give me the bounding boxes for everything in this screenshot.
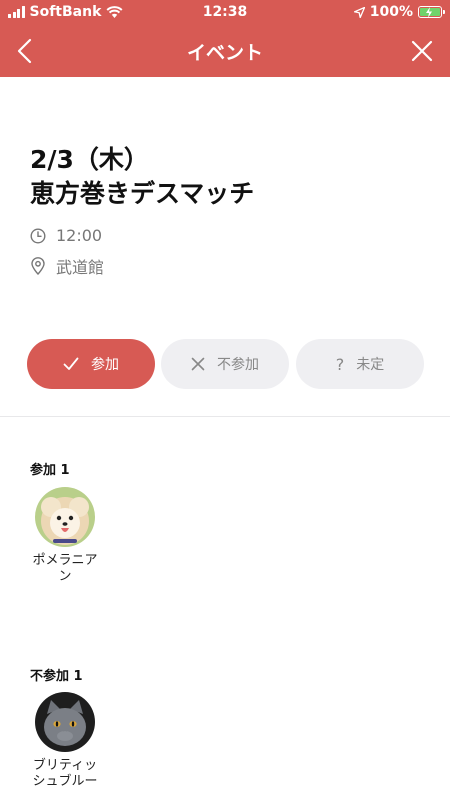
event-place: 武道館 — [56, 258, 105, 277]
nav-bar: イベント — [0, 26, 450, 77]
page-title: イベント — [186, 42, 263, 64]
undecided-button[interactable]: ? 未定 — [296, 339, 424, 389]
member-name: ブリティッシュブルー — [32, 758, 98, 789]
close-icon[interactable] — [410, 39, 434, 63]
app-header: SoftBank 12:38 100% イベント — [0, 0, 450, 77]
location-arrow-icon — [353, 6, 365, 18]
battery-icon — [418, 6, 445, 18]
event-place-row: 武道館 — [30, 254, 104, 278]
avatar — [35, 487, 95, 547]
section-divider — [0, 416, 450, 417]
pomeranian-avatar-image — [35, 487, 95, 547]
british-blue-cat-avatar-image — [35, 692, 95, 752]
event-title: 恵方巻きデスマッチ — [30, 179, 255, 208]
check-icon — [63, 357, 79, 370]
declined-label: 不参加 1 — [30, 669, 83, 684]
clock-icon — [30, 227, 46, 244]
member-item[interactable]: ブリティッシュブルー — [30, 692, 100, 790]
undecided-button-label: 未定 — [356, 357, 385, 373]
status-bar: SoftBank 12:38 100% — [0, 0, 450, 26]
event-date: 2/3（木） — [30, 145, 149, 174]
question-mark-icon: ? — [335, 354, 345, 374]
location-pin-icon — [31, 257, 45, 275]
join-button[interactable]: 参加 — [27, 339, 155, 389]
attending-label: 参加 1 — [30, 463, 70, 478]
event-time-row: 12:00 — [30, 226, 102, 245]
x-icon — [191, 357, 205, 371]
join-button-label: 参加 — [91, 357, 119, 373]
battery-percent: 100% — [369, 4, 413, 20]
decline-button[interactable]: 不参加 — [161, 339, 289, 389]
event-time: 12:00 — [56, 226, 103, 245]
member-item[interactable]: ポメラニアン — [30, 487, 100, 585]
status-right: 100% — [353, 4, 445, 20]
member-name: ポメラニアン — [32, 553, 98, 584]
avatar — [35, 692, 95, 752]
decline-button-label: 不参加 — [217, 357, 259, 373]
